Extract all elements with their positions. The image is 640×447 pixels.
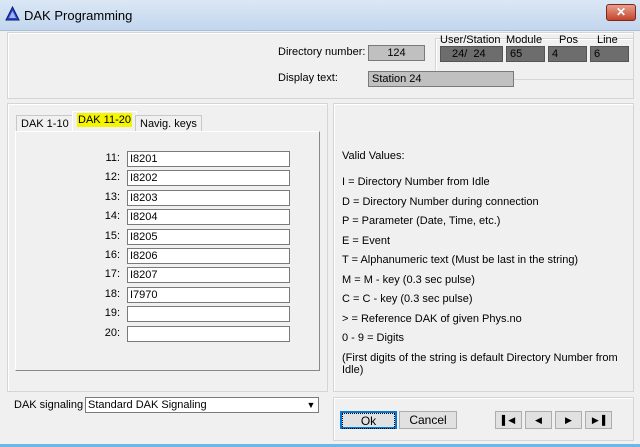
- tab-navig-keys[interactable]: Navig. keys: [135, 115, 202, 132]
- dak-number-label: 15:: [104, 229, 120, 242]
- previous-icon: ◀: [535, 415, 542, 425]
- cancel-button[interactable]: Cancel: [399, 411, 457, 429]
- previous-record-button[interactable]: ◀: [525, 411, 552, 429]
- valid-values-line: (First digits of the string is default D…: [342, 351, 618, 376]
- dak-number-label: 20:: [104, 326, 120, 339]
- dak-number-label: 13:: [104, 190, 120, 203]
- dak-input[interactable]: I7970: [127, 286, 290, 303]
- display-text-field: Station 24: [368, 71, 514, 87]
- display-text-label: Display text:: [278, 72, 338, 84]
- valid-values-line: E = Event: [342, 234, 391, 247]
- next-icon: ▶: [565, 415, 572, 425]
- dak-input[interactable]: [127, 325, 290, 342]
- close-button[interactable]: ✕: [606, 4, 636, 21]
- ok-button[interactable]: Ok: [340, 411, 397, 429]
- line-label: Line: [597, 34, 618, 46]
- tab-dak-11-20-label: DAK 11-20: [77, 113, 132, 127]
- module-field: 65: [506, 46, 545, 62]
- window-title: DAK Programming: [24, 8, 133, 23]
- last-record-button[interactable]: ▶▐: [585, 411, 612, 429]
- last-icon: ▶▐: [591, 415, 606, 425]
- app-triangle-icon: [5, 6, 20, 21]
- dak-number-label: 16:: [104, 249, 120, 261]
- tab-dak-11-20[interactable]: DAK 11-20: [72, 111, 137, 132]
- user-station-field: 24/ 24: [440, 46, 503, 62]
- valid-values-line: M = M - key (0.3 sec pulse): [342, 273, 475, 286]
- valid-values-line: Valid Values:: [342, 150, 405, 162]
- valid-values-line: > = Reference DAK of given Phys.no: [342, 312, 522, 325]
- first-record-button[interactable]: ▌◀: [495, 411, 522, 429]
- pos-field: 4: [548, 46, 587, 62]
- dak-input[interactable]: I8204: [127, 209, 290, 226]
- first-icon: ▌◀: [501, 415, 516, 425]
- pos-label: Pos: [559, 34, 578, 46]
- valid-values-line: I = Directory Number from Idle: [342, 176, 490, 188]
- dak-input[interactable]: [127, 306, 290, 323]
- valid-values-line: 0 - 9 = Digits: [342, 332, 405, 344]
- dak-number-label: 11:: [105, 152, 120, 164]
- dak-number-label: 18:: [104, 287, 120, 300]
- line-field: 6: [590, 46, 629, 62]
- valid-values-line: T = Alphanumeric text (Must be last in t…: [342, 254, 579, 266]
- module-label: Module: [506, 34, 543, 46]
- dak-number-label: 19:: [104, 307, 120, 320]
- dak-signaling-select[interactable]: Standard DAK Signaling ▼: [85, 397, 319, 413]
- valid-values-line: P = Parameter (Date, Time, etc.): [342, 215, 501, 227]
- dak-input[interactable]: I8205: [127, 228, 290, 245]
- user-station-label: User/Station: [440, 34, 501, 46]
- valid-values-line: D = Directory Number during connection: [342, 195, 539, 208]
- dak-input[interactable]: I8207: [127, 267, 290, 284]
- dak-signaling-label: DAK signaling: [14, 399, 84, 411]
- dak-input[interactable]: I8203: [127, 189, 290, 206]
- dak-number-label: 12:: [104, 171, 120, 184]
- dak-input[interactable]: I8206: [127, 248, 290, 264]
- chevron-down-icon: ▼: [306, 400, 316, 410]
- dak-input[interactable]: I8202: [127, 170, 290, 187]
- ok-label: Ok: [341, 413, 396, 429]
- directory-number-field: 124: [368, 45, 425, 61]
- valid-values-panel: [333, 103, 634, 392]
- dak-number-label: 17:: [104, 268, 120, 281]
- dak-signaling-value: Standard DAK Signaling: [88, 399, 207, 411]
- directory-number-label: Directory number:: [278, 46, 366, 58]
- next-record-button[interactable]: ▶: [555, 411, 582, 429]
- dak-number-label: 14:: [104, 210, 120, 223]
- valid-values-line: C = C - key (0.3 sec pulse): [342, 293, 473, 305]
- tab-dak-1-10[interactable]: DAK 1-10: [16, 115, 74, 132]
- dak-input[interactable]: I8201: [127, 151, 290, 167]
